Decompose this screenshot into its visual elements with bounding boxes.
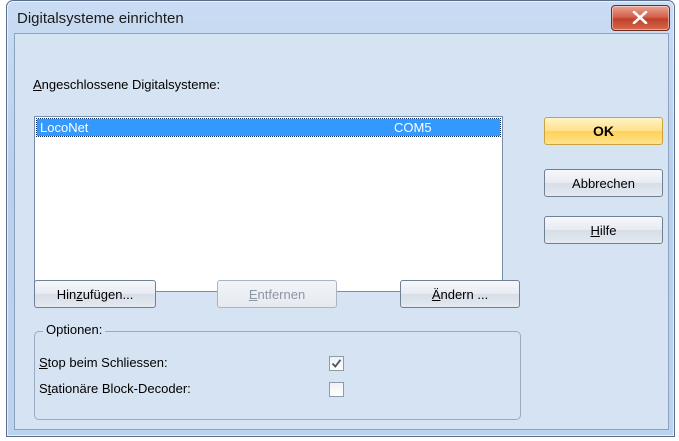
checkmark-icon	[331, 359, 342, 368]
stop-on-close-label: Stop beim Schliessen:	[39, 355, 168, 370]
stop-on-close-checkbox[interactable]	[329, 356, 344, 371]
system-port: COM5	[394, 120, 432, 135]
stationary-decoder-checkbox[interactable]	[329, 382, 344, 397]
title-bar[interactable]: Digitalsysteme einrichten	[7, 1, 674, 33]
remove-button[interactable]: Entfernen	[217, 280, 337, 308]
options-group-label: Optionen:	[43, 322, 106, 337]
stationary-decoder-label: Stationäre Block-Decoder:	[39, 381, 191, 396]
help-button[interactable]: Hilfe	[544, 216, 663, 244]
ok-button[interactable]: OK	[544, 117, 663, 145]
systems-listbox[interactable]: LocoNet COM5	[34, 116, 503, 292]
systems-list-label: Angeschlossene Digitalsysteme:	[33, 77, 221, 92]
change-button[interactable]: Ändern ...	[400, 280, 520, 308]
add-button[interactable]: Hinzufügen...	[34, 280, 156, 308]
options-groupbox	[34, 331, 521, 420]
list-item[interactable]: LocoNet COM5	[36, 118, 501, 137]
window-title: Digitalsysteme einrichten	[17, 10, 184, 27]
cancel-button[interactable]: Abbrechen	[544, 169, 663, 197]
close-button[interactable]	[611, 5, 670, 31]
system-name: LocoNet	[40, 120, 89, 135]
close-icon	[632, 11, 648, 24]
